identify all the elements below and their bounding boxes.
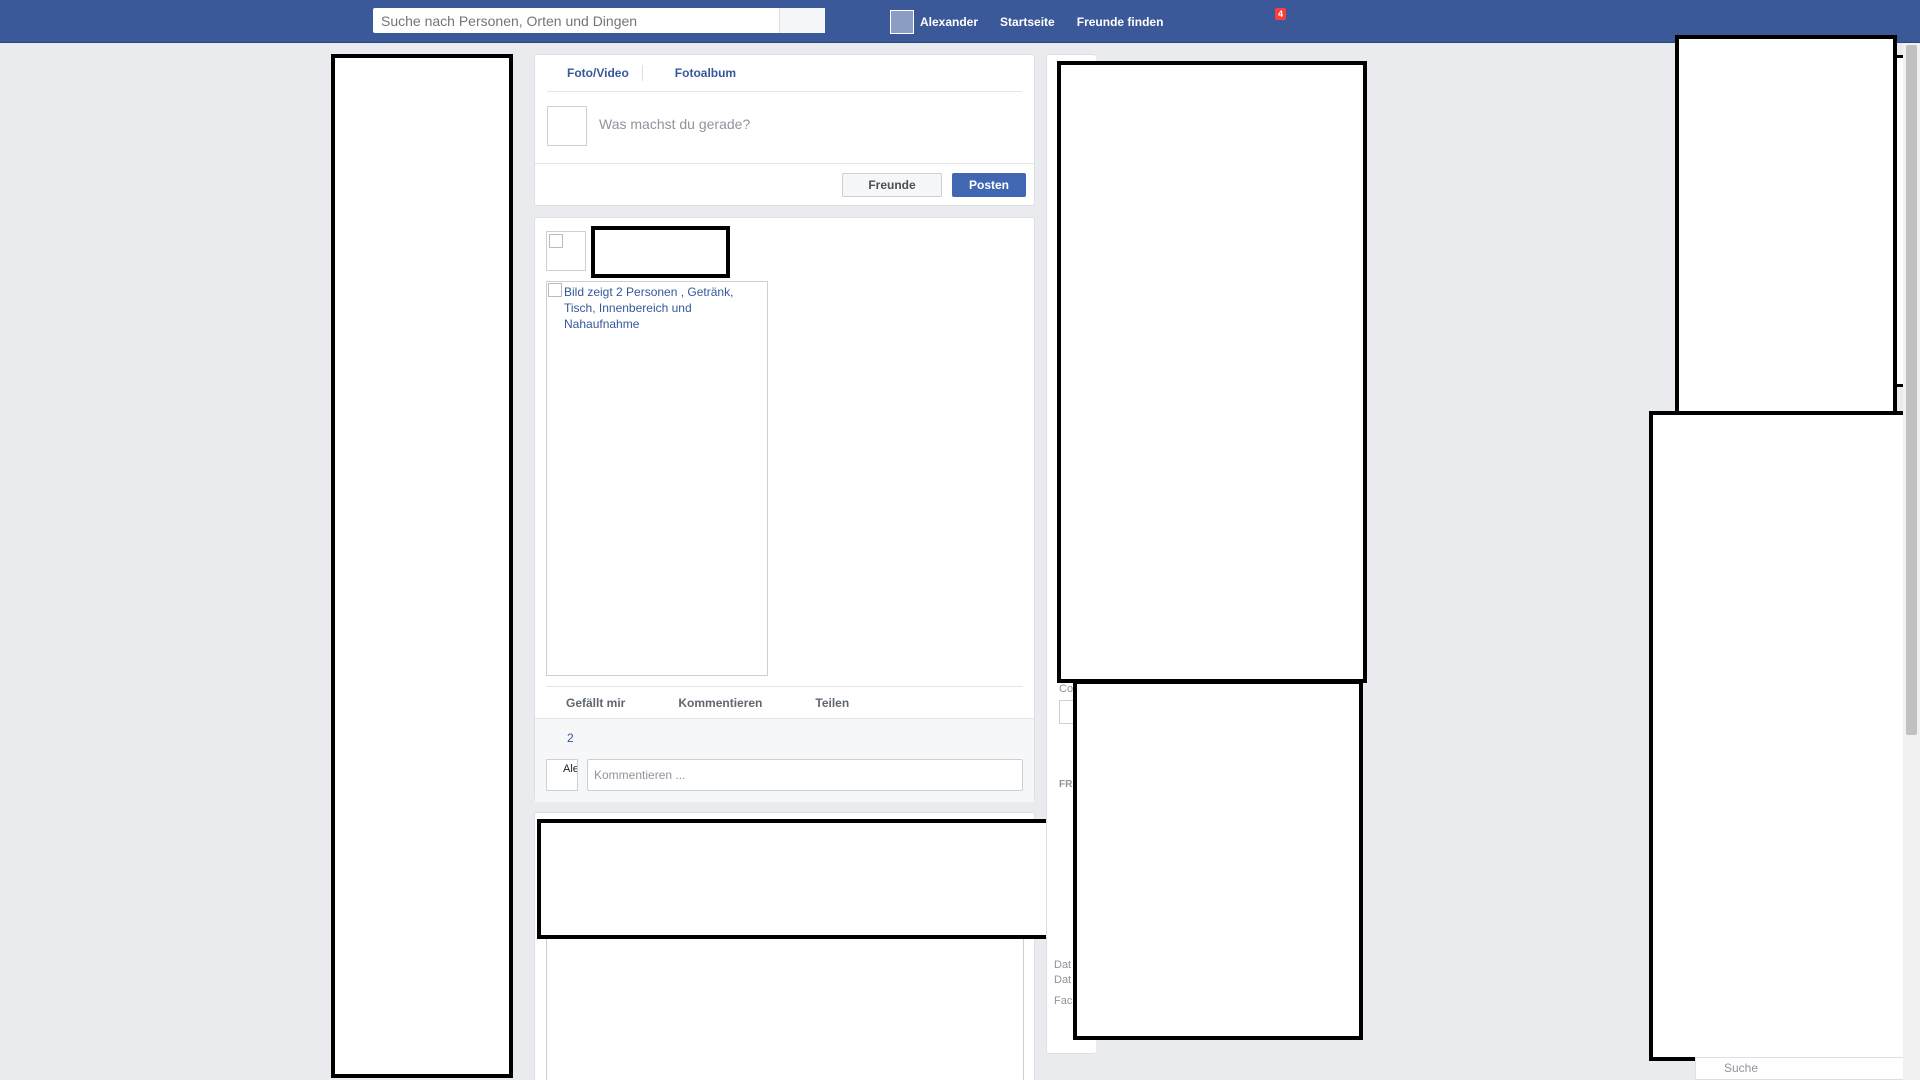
footer-link-fragment-3[interactable]: Fac (1054, 995, 1072, 1007)
tab-photo-album[interactable]: Fotoalbum (675, 66, 736, 80)
feed-post: Bild zeigt 2 Personen , Getränk, Tisch, … (534, 217, 1035, 802)
broken-image-icon (548, 283, 562, 297)
like-count[interactable]: 2 (567, 731, 574, 745)
comment-input[interactable] (587, 759, 1023, 791)
home-link[interactable]: Startseite (1000, 15, 1055, 29)
comments-section: 2 Ale (535, 718, 1034, 802)
scrollbar-thumb[interactable] (1906, 45, 1917, 735)
post-actions: Gefällt mir Kommentieren Teilen (546, 686, 1023, 718)
audience-selector-button[interactable]: Freunde (842, 173, 942, 197)
redacted-right-column-bottom (1073, 680, 1363, 1040)
chat-search-input[interactable]: Suche (1695, 1057, 1905, 1080)
composer-profile-picture (547, 106, 587, 146)
notification-badge[interactable]: 4 (1275, 8, 1287, 20)
user-avatar[interactable] (890, 9, 914, 34)
image-alt-text: Bild zeigt 2 Personen , Getränk, Tisch, … (564, 285, 734, 331)
like-button[interactable]: Gefällt mir (566, 696, 625, 710)
share-button[interactable]: Teilen (815, 696, 849, 710)
footer-link-fragment-2[interactable]: Dat (1054, 974, 1071, 986)
redacted-right-column-top (1057, 61, 1367, 683)
search-button[interactable] (779, 8, 825, 33)
friends-section-fragment: FR (1059, 779, 1073, 790)
post-image[interactable]: Bild zeigt 2 Personen , Getränk, Tisch, … (546, 281, 768, 676)
page-scrollbar[interactable] (1903, 43, 1920, 1080)
footer-link-fragment-1[interactable]: Dat (1054, 959, 1071, 971)
find-friends-link[interactable]: Freunde finden (1077, 15, 1164, 29)
composer-tabs: Foto/Video Fotoalbum (535, 55, 1034, 91)
search-input[interactable] (373, 8, 779, 33)
post-author-avatar[interactable] (546, 231, 586, 271)
comment-button[interactable]: Kommentieren (678, 696, 762, 710)
redacted-author-name (591, 226, 730, 278)
tab-divider (641, 65, 643, 81)
redacted-left-sidebar (331, 54, 513, 1078)
comment-avatar: Ale (546, 759, 578, 791)
composer-body (547, 91, 1022, 165)
post-button[interactable]: Posten (952, 173, 1026, 197)
broken-image-icon (549, 234, 563, 248)
top-nav-links: Alexander Startseite Freunde finden (890, 0, 1185, 43)
post-composer: Foto/Video Fotoalbum Freunde Posten (534, 54, 1035, 206)
tab-photo-video[interactable]: Foto/Video (567, 66, 629, 80)
profile-link[interactable]: Alexander (920, 15, 978, 29)
next-post-media (546, 923, 1024, 1080)
top-navigation-bar: Alexander Startseite Freunde finden 4 (0, 0, 1920, 43)
status-input[interactable] (599, 116, 999, 132)
search-bar (373, 8, 825, 33)
composer-footer: Freunde Posten (535, 163, 1034, 205)
redacted-ticker (1675, 35, 1897, 415)
right-panel-label-fragment: Co (1059, 683, 1074, 695)
redacted-chat-sidebar (1649, 411, 1909, 1061)
redacted-next-post-header (537, 819, 1080, 939)
